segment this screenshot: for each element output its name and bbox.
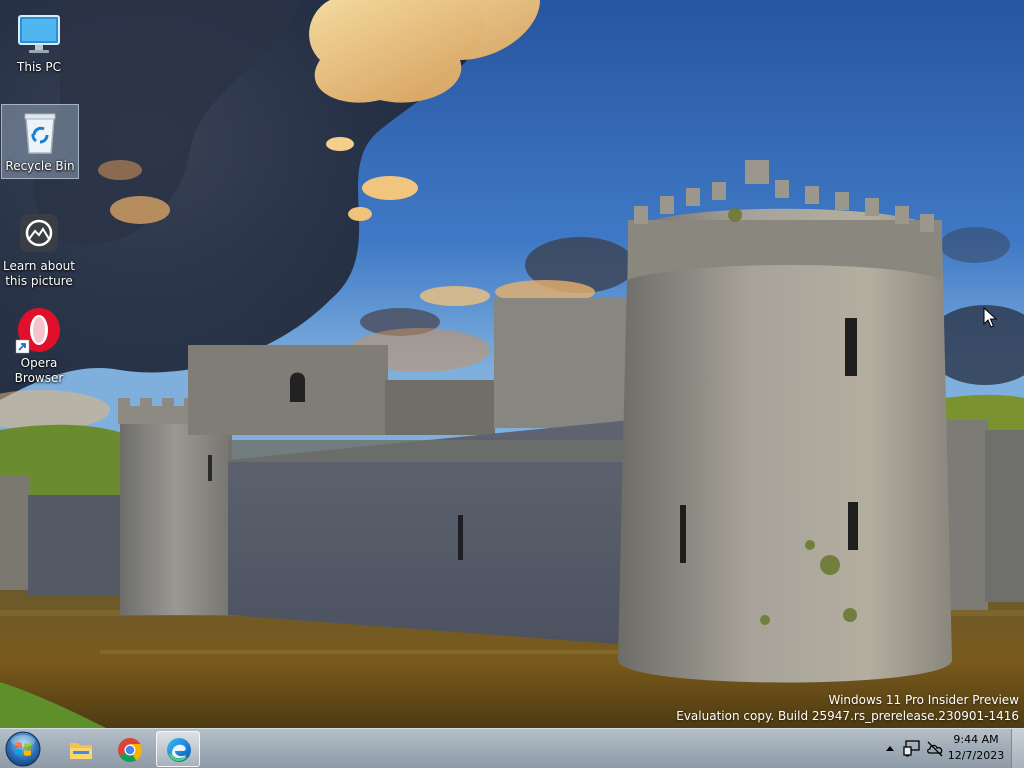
- taskbar-chrome-button[interactable]: [107, 731, 151, 767]
- desktop-icon-label: This PC: [17, 60, 61, 74]
- taskbar: 9:44 AM 12/7/2023: [0, 728, 1024, 768]
- desktop-icon-this-pc[interactable]: This PC: [1, 6, 77, 79]
- clock-time: 9:44 AM: [953, 733, 999, 746]
- desktop-icon-learn-about-picture[interactable]: Learn about this picture: [1, 205, 77, 293]
- recycle-bin-icon: [16, 109, 64, 157]
- desktop-wallpaper: [0, 0, 1024, 730]
- onedrive-offline-icon[interactable]: [926, 739, 944, 757]
- chrome-icon: [118, 738, 143, 763]
- clock-date: 12/7/2023: [947, 749, 1005, 762]
- watermark-build: Evaluation copy. Build 25947.rs_prerelea…: [676, 709, 1019, 723]
- taskbar-edge-button[interactable]: [156, 731, 200, 767]
- opera-icon: [15, 306, 63, 354]
- mouse-cursor-icon: [983, 307, 997, 328]
- chevron-up-icon[interactable]: [886, 745, 894, 751]
- windows-evaluation-watermark: Windows 11 Pro Insider Preview Evaluatio…: [676, 692, 1019, 724]
- camera-icon: [15, 209, 63, 257]
- desktop-icon-label: Learn about this picture: [3, 259, 75, 288]
- edge-icon: [167, 738, 191, 762]
- start-button[interactable]: [4, 730, 42, 768]
- taskbar-file-explorer-button[interactable]: [58, 731, 102, 767]
- desktop-icon-label: Opera Browser: [14, 356, 64, 385]
- monitor-icon: [15, 10, 63, 58]
- network-icon[interactable]: [903, 739, 921, 757]
- desktop-icon-label: Recycle Bin: [5, 159, 75, 173]
- taskbar-clock[interactable]: 9:44 AM 12/7/2023: [946, 732, 1006, 764]
- show-desktop-button[interactable]: [1011, 729, 1024, 768]
- desktop-icon-recycle-bin[interactable]: Recycle Bin: [1, 104, 79, 179]
- desktop-icon-opera-browser[interactable]: Opera Browser: [1, 302, 77, 390]
- watermark-edition: Windows 11 Pro Insider Preview: [828, 693, 1019, 707]
- windows-start-orb-icon: [5, 731, 41, 767]
- folder-icon: [70, 743, 92, 759]
